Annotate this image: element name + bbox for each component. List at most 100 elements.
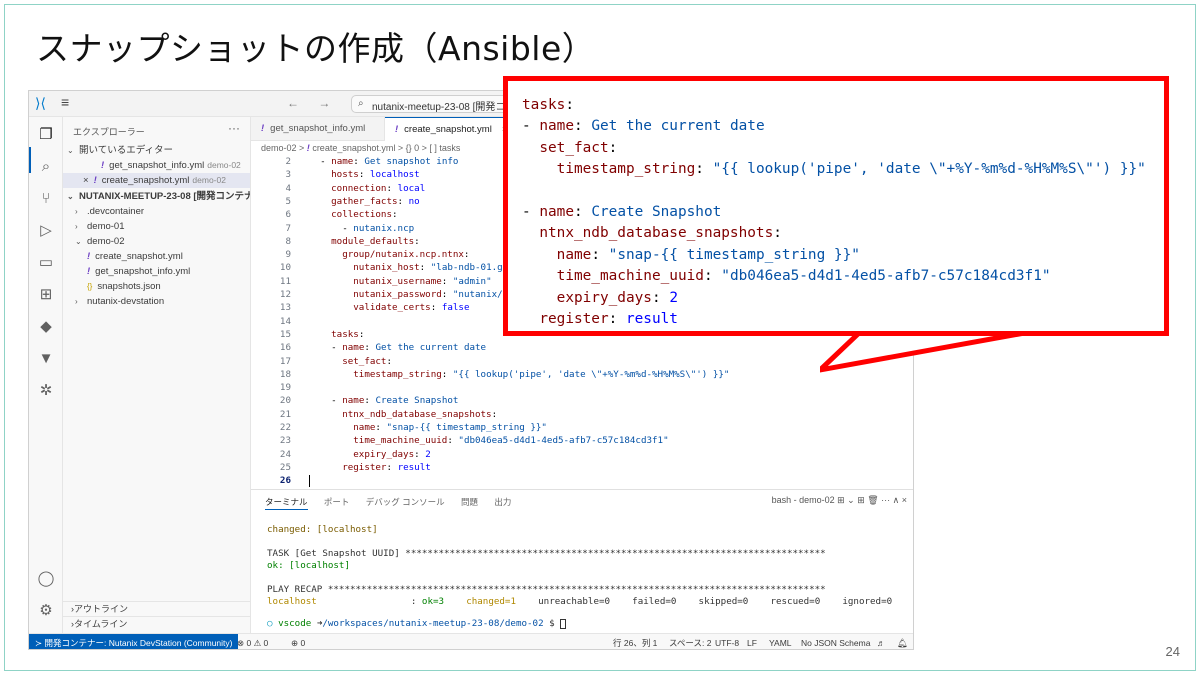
run-debug-icon[interactable]: ▷: [36, 221, 56, 241]
callout-code-line: register: result: [539, 311, 678, 327]
tree-file[interactable]: ! get_snapshot_info.yml: [63, 264, 250, 279]
source-control-icon[interactable]: ⑂: [36, 189, 56, 209]
extensions-icon[interactable]: ⊞: [36, 285, 56, 305]
chevron-down-icon: ⌄: [75, 237, 82, 246]
open-editors-section[interactable]: ⌄ 開いているエディター: [63, 143, 250, 158]
settings-gear-icon[interactable]: ⚙: [36, 601, 56, 621]
callout-code-line: tasks:: [522, 97, 574, 113]
tab-get-snapshot-info[interactable]: ! get_snapshot_info.yml: [251, 117, 385, 141]
line-ending[interactable]: LF: [747, 634, 757, 649]
terraform-icon[interactable]: ▼: [36, 349, 56, 369]
open-editor-item[interactable]: ×! create_snapshot.yml demo-02: [63, 173, 250, 188]
yaml-file-icon: !: [306, 143, 310, 153]
code-line[interactable]: 24 expiry_days: 2: [251, 448, 913, 461]
more-actions-icon[interactable]: ···: [228, 121, 240, 135]
code-line[interactable]: 26: [251, 474, 913, 487]
json-file-icon: {}: [87, 282, 93, 291]
tree-file[interactable]: {} snapshots.json: [63, 279, 250, 294]
open-editor-item[interactable]: ! get_snapshot_info.yml demo-02: [63, 158, 250, 173]
outline-section[interactable]: ›アウトライン: [63, 601, 250, 615]
account-icon[interactable]: ◯: [36, 569, 56, 589]
ports-indicator[interactable]: ⊕ 0: [291, 634, 305, 649]
explorer-header: エクスプローラー: [73, 127, 145, 137]
language-mode[interactable]: YAML: [769, 634, 792, 649]
encoding[interactable]: UTF-8: [715, 634, 739, 649]
yaml-file-icon: !: [101, 160, 105, 171]
terminal-ok-line: ok: [localhost]: [267, 560, 350, 571]
activity-bar: ❐ ⌕ ⑂ ▷ ▭ ⊞ ◆ ▼ ✲ ◯ ⚙: [29, 117, 63, 633]
tab-problems[interactable]: 問題: [461, 497, 478, 507]
callout-code-line: - name: Create Snapshot: [522, 204, 722, 220]
code-line[interactable]: 19: [251, 381, 913, 394]
yaml-file-icon: !: [87, 251, 91, 262]
json-schema[interactable]: No JSON Schema: [801, 634, 870, 649]
code-line[interactable]: 18 timestamp_string: "{{ lookup('pipe', …: [251, 368, 913, 381]
chevron-right-icon: ›: [75, 222, 78, 231]
remote-explorer-icon[interactable]: ▭: [36, 253, 56, 273]
tree-folder[interactable]: › .devcontainer: [63, 204, 250, 219]
code-line[interactable]: 21 ntnx_ndb_database_snapshots:: [251, 408, 913, 421]
indentation[interactable]: スペース: 2: [669, 634, 711, 649]
tree-folder[interactable]: › demo-01: [63, 219, 250, 234]
chevron-down-icon: ⌄: [67, 146, 74, 155]
search-icon[interactable]: ⌕: [36, 157, 56, 177]
close-icon[interactable]: ×: [83, 175, 89, 186]
explorer-icon[interactable]: ❐: [36, 125, 56, 145]
tab-terminal[interactable]: ターミナル: [265, 497, 308, 510]
nav-arrows[interactable]: ← →: [287, 96, 338, 110]
callout-code-line: timestamp_string: "{{ lookup('pipe', 'da…: [556, 161, 1146, 178]
workspace-section[interactable]: ⌄NUTANIX-MEETUP-23-08 [開発コンテナー: NUTA...: [63, 189, 250, 204]
tab-ports[interactable]: ポート: [324, 497, 350, 507]
cursor-position[interactable]: 行 26、列 1: [613, 634, 657, 649]
chevron-right-icon: ›: [75, 297, 78, 306]
timeline-section[interactable]: ›タイムライン: [63, 616, 250, 630]
code-callout: tasks: - name: Get the current date set_f…: [503, 76, 1169, 336]
vscode-logo-icon: ⟩⟨: [35, 95, 46, 111]
chevron-down-icon: ⌄: [67, 192, 74, 201]
tree-folder[interactable]: ⌄ demo-02: [63, 234, 250, 249]
page-number: 24: [1165, 644, 1180, 659]
terminal-cursor: [560, 618, 567, 629]
terminal-panel: ターミナル ポート デバッグ コンソール 問題 出力 bash - demo-0…: [251, 489, 913, 633]
code-line[interactable]: 20 - name: Create Snapshot: [251, 394, 913, 407]
feedback-icon[interactable]: ♬: [877, 634, 886, 649]
callout-code-line: name: "snap-{{ timestamp_string }}": [556, 246, 860, 263]
callout-code-line: set_fact:: [539, 139, 618, 156]
menu-icon[interactable]: ≡: [61, 94, 69, 110]
activity-active-indicator: [29, 147, 31, 173]
tree-file[interactable]: ! create_snapshot.yml: [63, 249, 250, 264]
kubernetes-icon[interactable]: ✲: [36, 381, 56, 401]
code-line[interactable]: 17 set_fact:: [251, 355, 913, 368]
callout-code-line: ntnx_ndb_database_snapshots:: [539, 225, 782, 242]
panel-tabs: ターミナル ポート デバッグ コンソール 問題 出力: [265, 496, 525, 510]
terminal-prompt[interactable]: ○ vscode ➜/workspaces/nutanix-meetup-23-…: [267, 618, 567, 630]
docker-icon[interactable]: ◆: [36, 317, 56, 337]
code-line[interactable]: 16 - name: Get the current date: [251, 341, 913, 354]
terminal-recap-stats: localhost : ok=3 changed=1 unreachable=0…: [267, 596, 893, 607]
code-line[interactable]: 25 register: result: [251, 461, 913, 474]
yaml-file-icon: !: [395, 124, 399, 135]
code-line[interactable]: 22 name: "snap-{{ timestamp_string }}": [251, 421, 913, 434]
slide-title: スナップショットの作成（Ansible）: [36, 29, 596, 68]
callout-code-line: expiry_days: 2: [556, 289, 678, 306]
callout-code-line: time_machine_uuid: "db046ea5-d4d1-4ed5-a…: [556, 268, 1051, 285]
remote-indicator[interactable]: ≻ 開発コンテナー: Nutanix DevStation (Community…: [29, 634, 239, 649]
search-icon: ⌕: [358, 98, 364, 109]
yaml-file-icon: !: [87, 266, 91, 277]
yaml-file-icon: !: [93, 175, 97, 186]
notifications-icon[interactable]: 🔔︎: [897, 634, 908, 649]
explorer-sidebar: エクスプローラー ··· ⌄ 開いているエディター ! get_snapshot_i…: [63, 117, 251, 633]
panel-actions[interactable]: bash - demo-02 ⊞ ⌄ ⊞ 🗑 ··· ∧ ×: [772, 495, 907, 506]
breadcrumb[interactable]: demo-02 > ! create_snapshot.yml > {} 0 >…: [261, 143, 460, 153]
callout-code-line: - name: Get the current date: [522, 118, 765, 135]
problems-indicator[interactable]: ⊗ 0 ⚠ 0: [237, 634, 268, 649]
tab-output[interactable]: 出力: [494, 497, 511, 507]
chevron-right-icon: ›: [75, 207, 78, 216]
status-bar: ≻ 開発コンテナー: Nutanix DevStation (Community…: [29, 633, 913, 649]
terminal-task-line: TASK [Get Snapshot UUID] ***************…: [267, 548, 826, 559]
yaml-file-icon: !: [261, 123, 265, 134]
tab-debug-console[interactable]: デバッグ コンソール: [366, 497, 445, 507]
code-line[interactable]: 23 time_machine_uuid: "db046ea5-d4d1-4ed…: [251, 434, 913, 447]
tree-folder[interactable]: › nutanix-devstation: [63, 294, 250, 309]
terminal-recap-line: PLAY RECAP *****************************…: [267, 584, 826, 595]
